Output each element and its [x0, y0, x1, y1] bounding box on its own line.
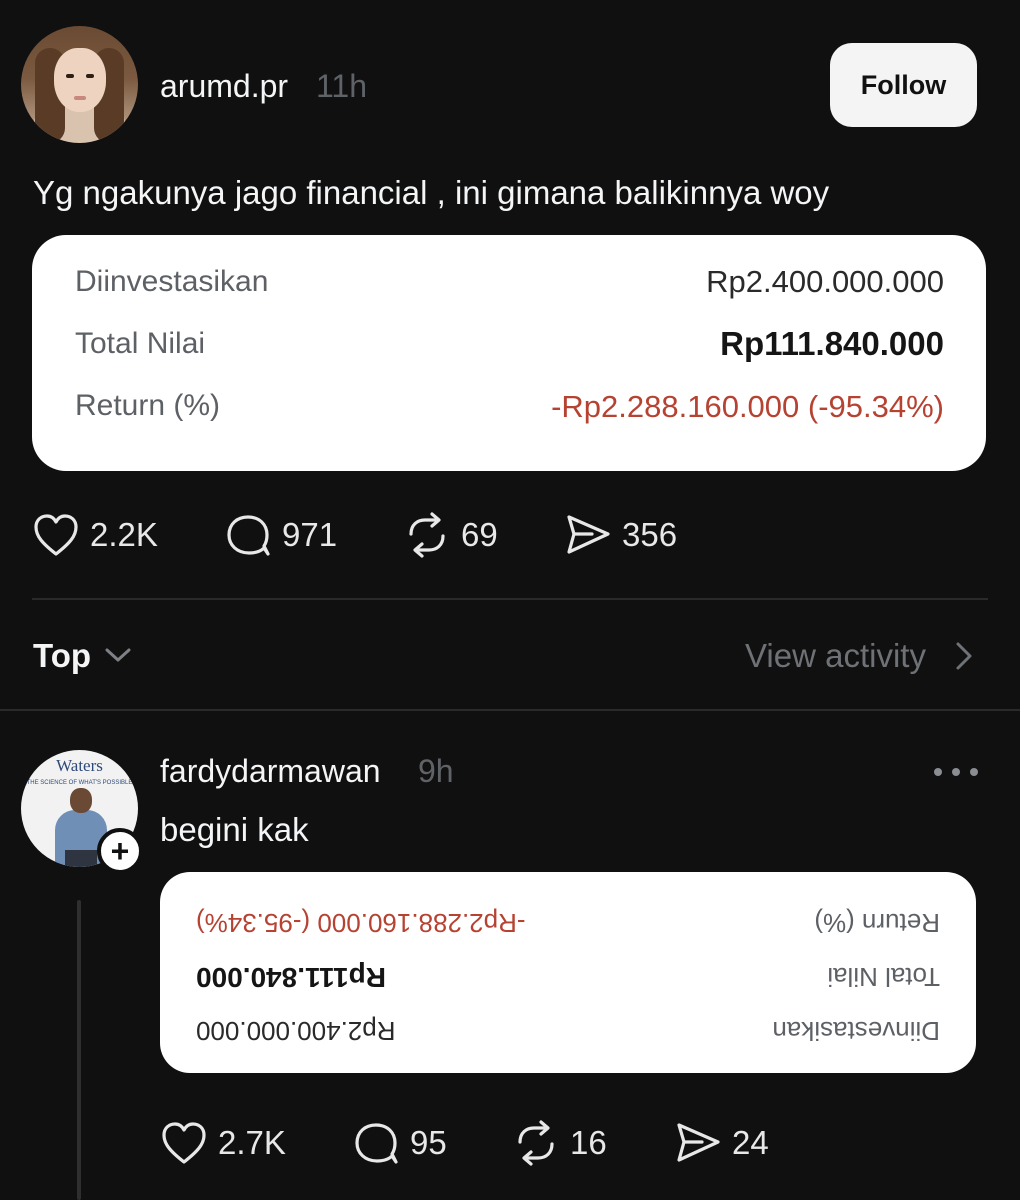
- post-text: Yg ngakunya jago financial , ini gimana …: [33, 174, 830, 211]
- reply-username[interactable]: fardydarmawan: [160, 753, 381, 790]
- total-value-label: Total Nilai: [827, 962, 940, 992]
- divider: [0, 709, 1020, 711]
- return-label: Return (%): [75, 389, 221, 422]
- total-value-label: Total Nilai: [75, 327, 206, 360]
- heart-icon: [162, 1122, 206, 1164]
- thread-line: [77, 900, 81, 1200]
- chevron-right-icon[interactable]: [953, 641, 975, 671]
- reply-share-button[interactable]: 24: [674, 1120, 769, 1166]
- comment-icon: [227, 515, 270, 556]
- avatar-person-legs: [65, 850, 97, 867]
- invested-value: Rp2.400.000.000: [196, 1016, 396, 1046]
- repost-button[interactable]: 69: [403, 512, 498, 558]
- avatar-person-head: [70, 788, 92, 813]
- flipped-investment-card[interactable]: Diinvestasikan Rp2.400.000.000 Total Nil…: [160, 872, 976, 1073]
- chevron-down-icon[interactable]: [104, 643, 132, 667]
- follow-button[interactable]: Follow: [830, 43, 977, 127]
- reply-text: begini kak: [160, 811, 309, 848]
- avatar-lip: [74, 96, 86, 100]
- avatar-brand-tagline: THE SCIENCE OF WHAT'S POSSIBLE: [26, 780, 133, 786]
- repost-count: 69: [461, 516, 498, 553]
- reply-comment-button[interactable]: 95: [352, 1120, 447, 1166]
- reply-like-count: 2.7K: [218, 1124, 286, 1161]
- invested-label: Diinvestasikan: [772, 1016, 940, 1046]
- share-button[interactable]: 356: [564, 512, 677, 558]
- reply-repost-button[interactable]: 16: [512, 1120, 607, 1166]
- author-username[interactable]: arumd.pr: [160, 68, 288, 105]
- invested-value: Rp2.400.000.000: [706, 264, 944, 299]
- comment-count: 971: [282, 516, 338, 553]
- like-button[interactable]: 2.2K: [32, 512, 158, 558]
- repost-icon: [518, 1120, 554, 1166]
- comment-icon: [355, 1123, 398, 1164]
- investment-summary-card[interactable]: Diinvestasikan Rp2.400.000.000 Total Nil…: [32, 235, 986, 471]
- return-value: -Rp2.288.160.000 (-95.34%): [551, 389, 944, 424]
- like-count: 2.2K: [90, 516, 158, 553]
- flipped-card-content: Diinvestasikan Rp2.400.000.000 Total Nil…: [160, 872, 976, 1073]
- return-value: -Rp2.288.160.000 (-95.34%): [196, 908, 526, 938]
- heart-icon: [34, 514, 78, 556]
- avatar-face: [54, 48, 106, 112]
- avatar-eye: [66, 74, 74, 78]
- plus-icon[interactable]: +: [97, 828, 143, 874]
- share-icon: [677, 1123, 720, 1162]
- sort-dropdown-label[interactable]: Top: [33, 637, 91, 675]
- reply-comment-count: 95: [410, 1124, 447, 1161]
- total-value: Rp111.840.000: [720, 325, 944, 362]
- view-activity-link[interactable]: View activity: [745, 637, 926, 675]
- reply-share-count: 24: [732, 1124, 769, 1161]
- repost-icon: [409, 512, 445, 558]
- reply-repost-count: 16: [570, 1124, 607, 1161]
- post-timestamp: 11h: [316, 68, 368, 104]
- share-count: 356: [622, 516, 678, 553]
- return-label: Return (%): [814, 908, 940, 938]
- divider: [32, 598, 988, 600]
- total-value: Rp111.840.000: [196, 962, 386, 993]
- reply-like-button[interactable]: 2.7K: [160, 1120, 286, 1166]
- author-avatar[interactable]: [21, 26, 138, 143]
- avatar-eye: [86, 74, 94, 78]
- reply-timestamp: 9h: [418, 753, 454, 789]
- comment-button[interactable]: 971: [224, 512, 337, 558]
- share-icon: [567, 515, 610, 554]
- invested-label: Diinvestasikan: [75, 265, 269, 298]
- more-icon[interactable]: [934, 760, 978, 784]
- avatar-brand-logo: Waters: [56, 756, 103, 775]
